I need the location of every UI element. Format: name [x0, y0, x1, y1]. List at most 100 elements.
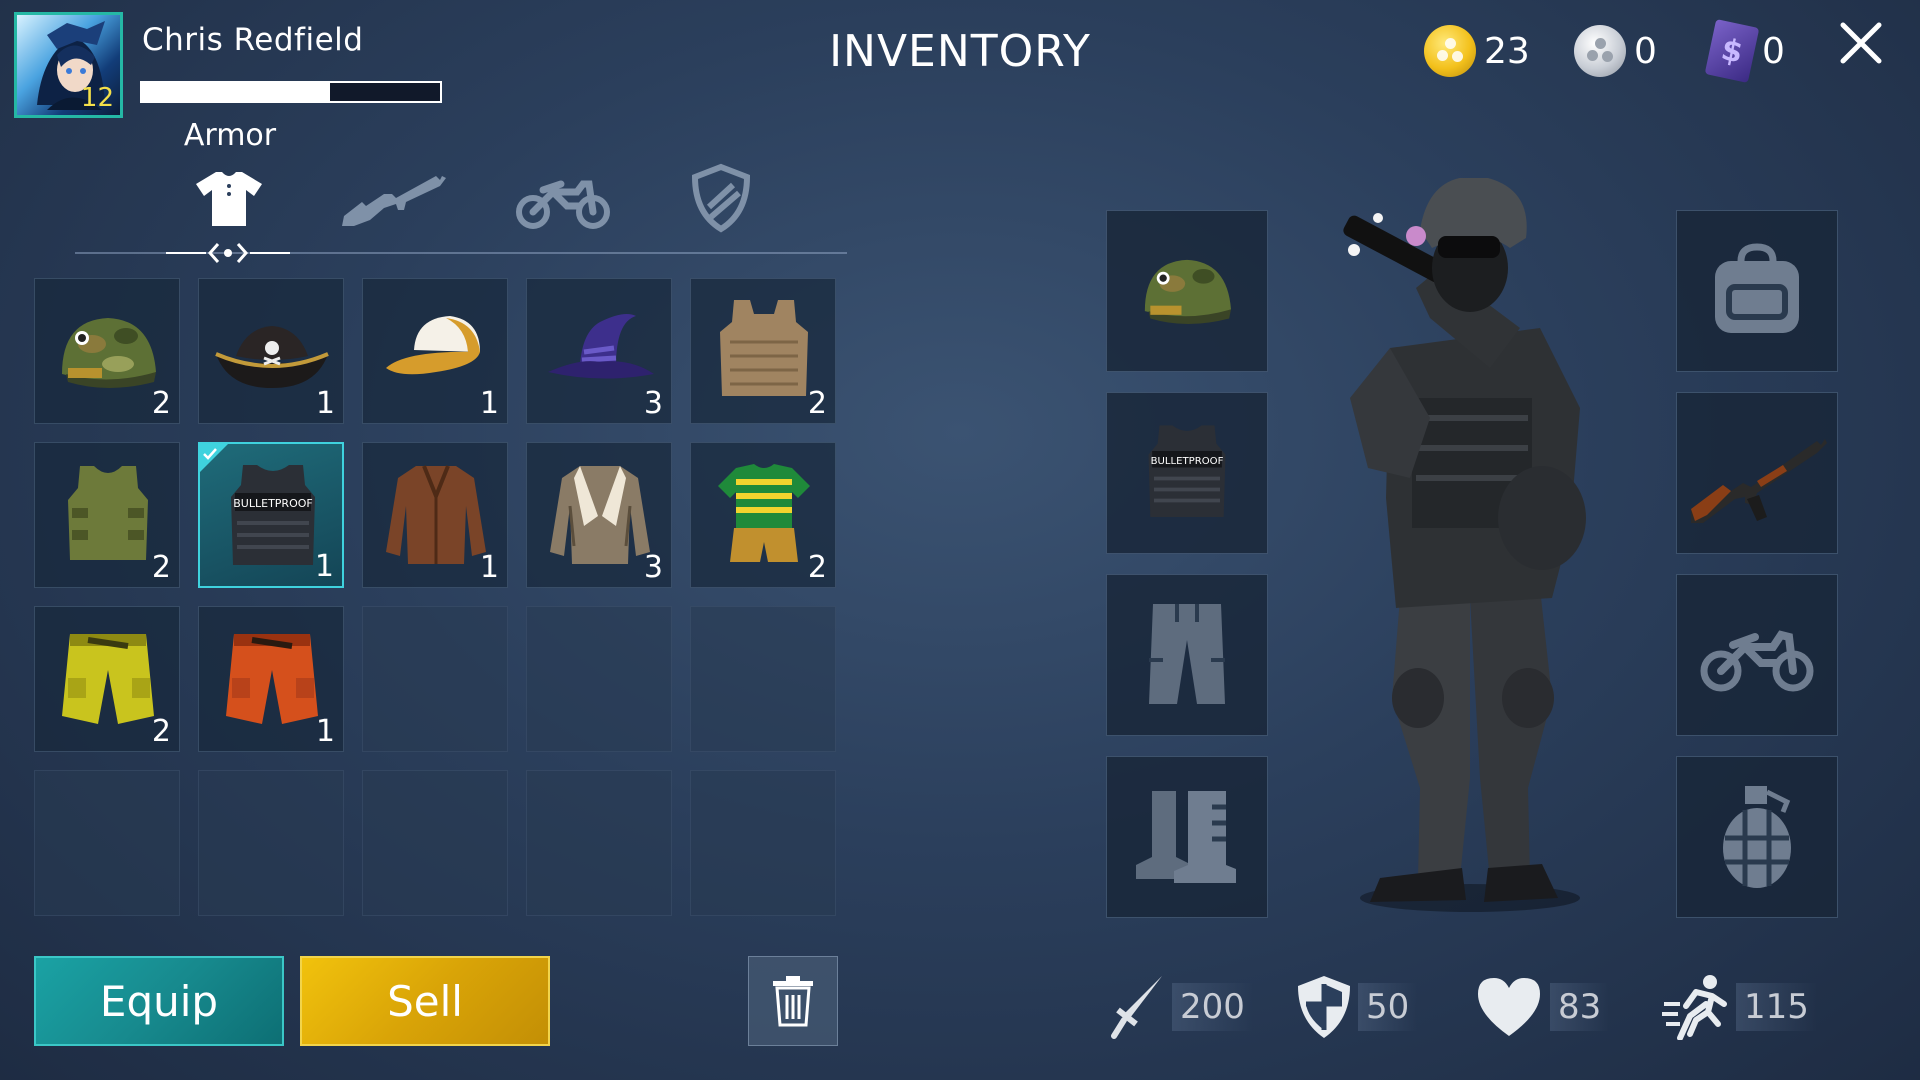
equip-slot-grenade[interactable]: [1676, 756, 1838, 918]
rifle-icon: [342, 176, 446, 226]
heart-icon: [1478, 978, 1540, 1036]
inventory-slot-empty[interactable]: [526, 770, 672, 916]
currency-silver-value: 0: [1634, 30, 1657, 72]
inventory-slot[interactable]: 2: [34, 278, 180, 424]
equip-button[interactable]: Equip: [34, 956, 284, 1046]
equip-slot-vehicle[interactable]: [1676, 574, 1838, 736]
currency-gold-value: 23: [1484, 30, 1530, 72]
inventory-slot[interactable]: 2: [34, 606, 180, 752]
motorcycle-icon: [516, 180, 610, 229]
inventory-slot[interactable]: 3: [526, 278, 672, 424]
stat-health: 83: [1474, 972, 1610, 1042]
item-quantity: 1: [479, 550, 499, 585]
inventory-slot-empty[interactable]: [198, 770, 344, 916]
gold-coin-icon: [1424, 25, 1476, 77]
item-quantity: 1: [479, 386, 499, 421]
bulletproof-vest-icon: BULLETPROOF: [1148, 425, 1226, 517]
leather-jacket-icon: [386, 465, 486, 564]
shield-icon: [691, 163, 751, 233]
active-tab-indicator: [166, 243, 290, 263]
trash-icon: [773, 976, 813, 1027]
inventory-slot[interactable]: 1: [198, 606, 344, 752]
inventory-slot[interactable]: 1: [362, 278, 508, 424]
player-name: Chris Redfield: [142, 22, 364, 58]
item-quantity: 1: [315, 386, 335, 421]
inventory-slot-empty[interactable]: [690, 606, 836, 752]
baseball-cap-icon: [386, 316, 480, 375]
silver-coin-icon: [1574, 25, 1626, 77]
item-quantity: 3: [643, 386, 663, 421]
bulletproof-label: BULLETPROOF: [233, 497, 312, 510]
stat-health-value: 83: [1550, 983, 1610, 1031]
stat-speed: 115: [1660, 972, 1817, 1042]
inventory-slot[interactable]: 1: [362, 442, 508, 588]
currency-premium: $ 0: [1704, 19, 1785, 83]
stat-attack-value: 200: [1172, 983, 1253, 1031]
inventory-grid: 2 1 1 3 2 2 BULLETPROOF 1 1 3 2 2 1: [34, 278, 840, 916]
equip-slot-weapon[interactable]: [1676, 392, 1838, 554]
player-level: 12: [80, 83, 114, 113]
item-quantity: 1: [315, 714, 335, 749]
motorcycle-placeholder-icon: [1700, 630, 1814, 692]
stat-defense: 50: [1296, 972, 1418, 1042]
equip-slot-legs[interactable]: [1106, 574, 1268, 736]
equip-slot-backpack[interactable]: [1676, 210, 1838, 372]
inventory-slot[interactable]: 2: [34, 442, 180, 588]
currency-gold: 23: [1424, 24, 1530, 78]
inventory-slot-empty[interactable]: [34, 770, 180, 916]
player-avatar[interactable]: 12: [14, 12, 123, 118]
inventory-slot-empty[interactable]: [690, 770, 836, 916]
tab-shields[interactable]: [666, 158, 776, 238]
striped-shirt-shorts-icon: [718, 464, 810, 562]
inventory-slot-empty[interactable]: [526, 606, 672, 752]
inventory-slot[interactable]: 3: [526, 442, 672, 588]
tab-vehicles[interactable]: [508, 158, 618, 238]
inventory-slot[interactable]: 2: [690, 442, 836, 588]
page-title: INVENTORY: [829, 26, 1091, 77]
active-tab-label: Armor: [183, 118, 277, 153]
sword-icon: [1111, 976, 1162, 1039]
item-quantity: 2: [807, 550, 827, 585]
item-quantity: 1: [314, 549, 334, 584]
inventory-slot-empty[interactable]: [362, 606, 508, 752]
pants-placeholder-icon: [1149, 604, 1225, 704]
equip-slot-body[interactable]: BULLETPROOF: [1106, 392, 1268, 554]
running-icon: [1662, 975, 1727, 1040]
stat-attack: 200: [1110, 972, 1253, 1042]
bulletproof-label: BULLETPROOF: [1151, 456, 1224, 467]
item-quantity: 2: [807, 386, 827, 421]
inventory-slot-selected[interactable]: BULLETPROOF 1: [198, 442, 344, 588]
xp-progress-bar: [140, 81, 442, 103]
stat-defense-value: 50: [1358, 983, 1418, 1031]
shield-stat-icon: [1298, 976, 1350, 1038]
inventory-slot[interactable]: 2: [690, 278, 836, 424]
shirt-icon: [196, 172, 262, 226]
item-quantity: 2: [151, 550, 171, 585]
shearling-jacket-icon: [550, 466, 650, 564]
equip-slot-head[interactable]: [1106, 210, 1268, 372]
tab-weapons[interactable]: [340, 158, 450, 238]
stat-speed-value: 115: [1736, 983, 1817, 1031]
item-quantity: 2: [151, 714, 171, 749]
tab-armor[interactable]: [174, 158, 284, 238]
army-helmet-icon: [1144, 259, 1231, 324]
equip-slot-feet[interactable]: [1106, 756, 1268, 918]
boots-placeholder-icon: [1136, 791, 1236, 883]
close-icon[interactable]: [1838, 20, 1884, 66]
tactical-plate-carrier-icon: [720, 300, 808, 396]
character-soldier-model[interactable]: [1320, 178, 1620, 918]
delete-button[interactable]: [748, 956, 838, 1046]
currency-premium-value: 0: [1762, 30, 1785, 72]
wizard-hat-icon: [548, 314, 654, 379]
backpack-placeholder-icon: [1715, 243, 1799, 333]
army-helmet-icon: [62, 318, 156, 388]
inventory-slot-empty[interactable]: [362, 770, 508, 916]
xp-progress-fill: [142, 83, 330, 101]
sell-button[interactable]: Sell: [300, 956, 550, 1046]
pirate-hat-icon: [215, 326, 329, 388]
grenade-placeholder-icon: [1723, 786, 1791, 888]
inventory-slot[interactable]: 1: [198, 278, 344, 424]
yellow-cargo-shorts-icon: [62, 634, 154, 724]
item-quantity: 2: [151, 386, 171, 421]
ak47-rifle-icon: [1691, 439, 1827, 523]
